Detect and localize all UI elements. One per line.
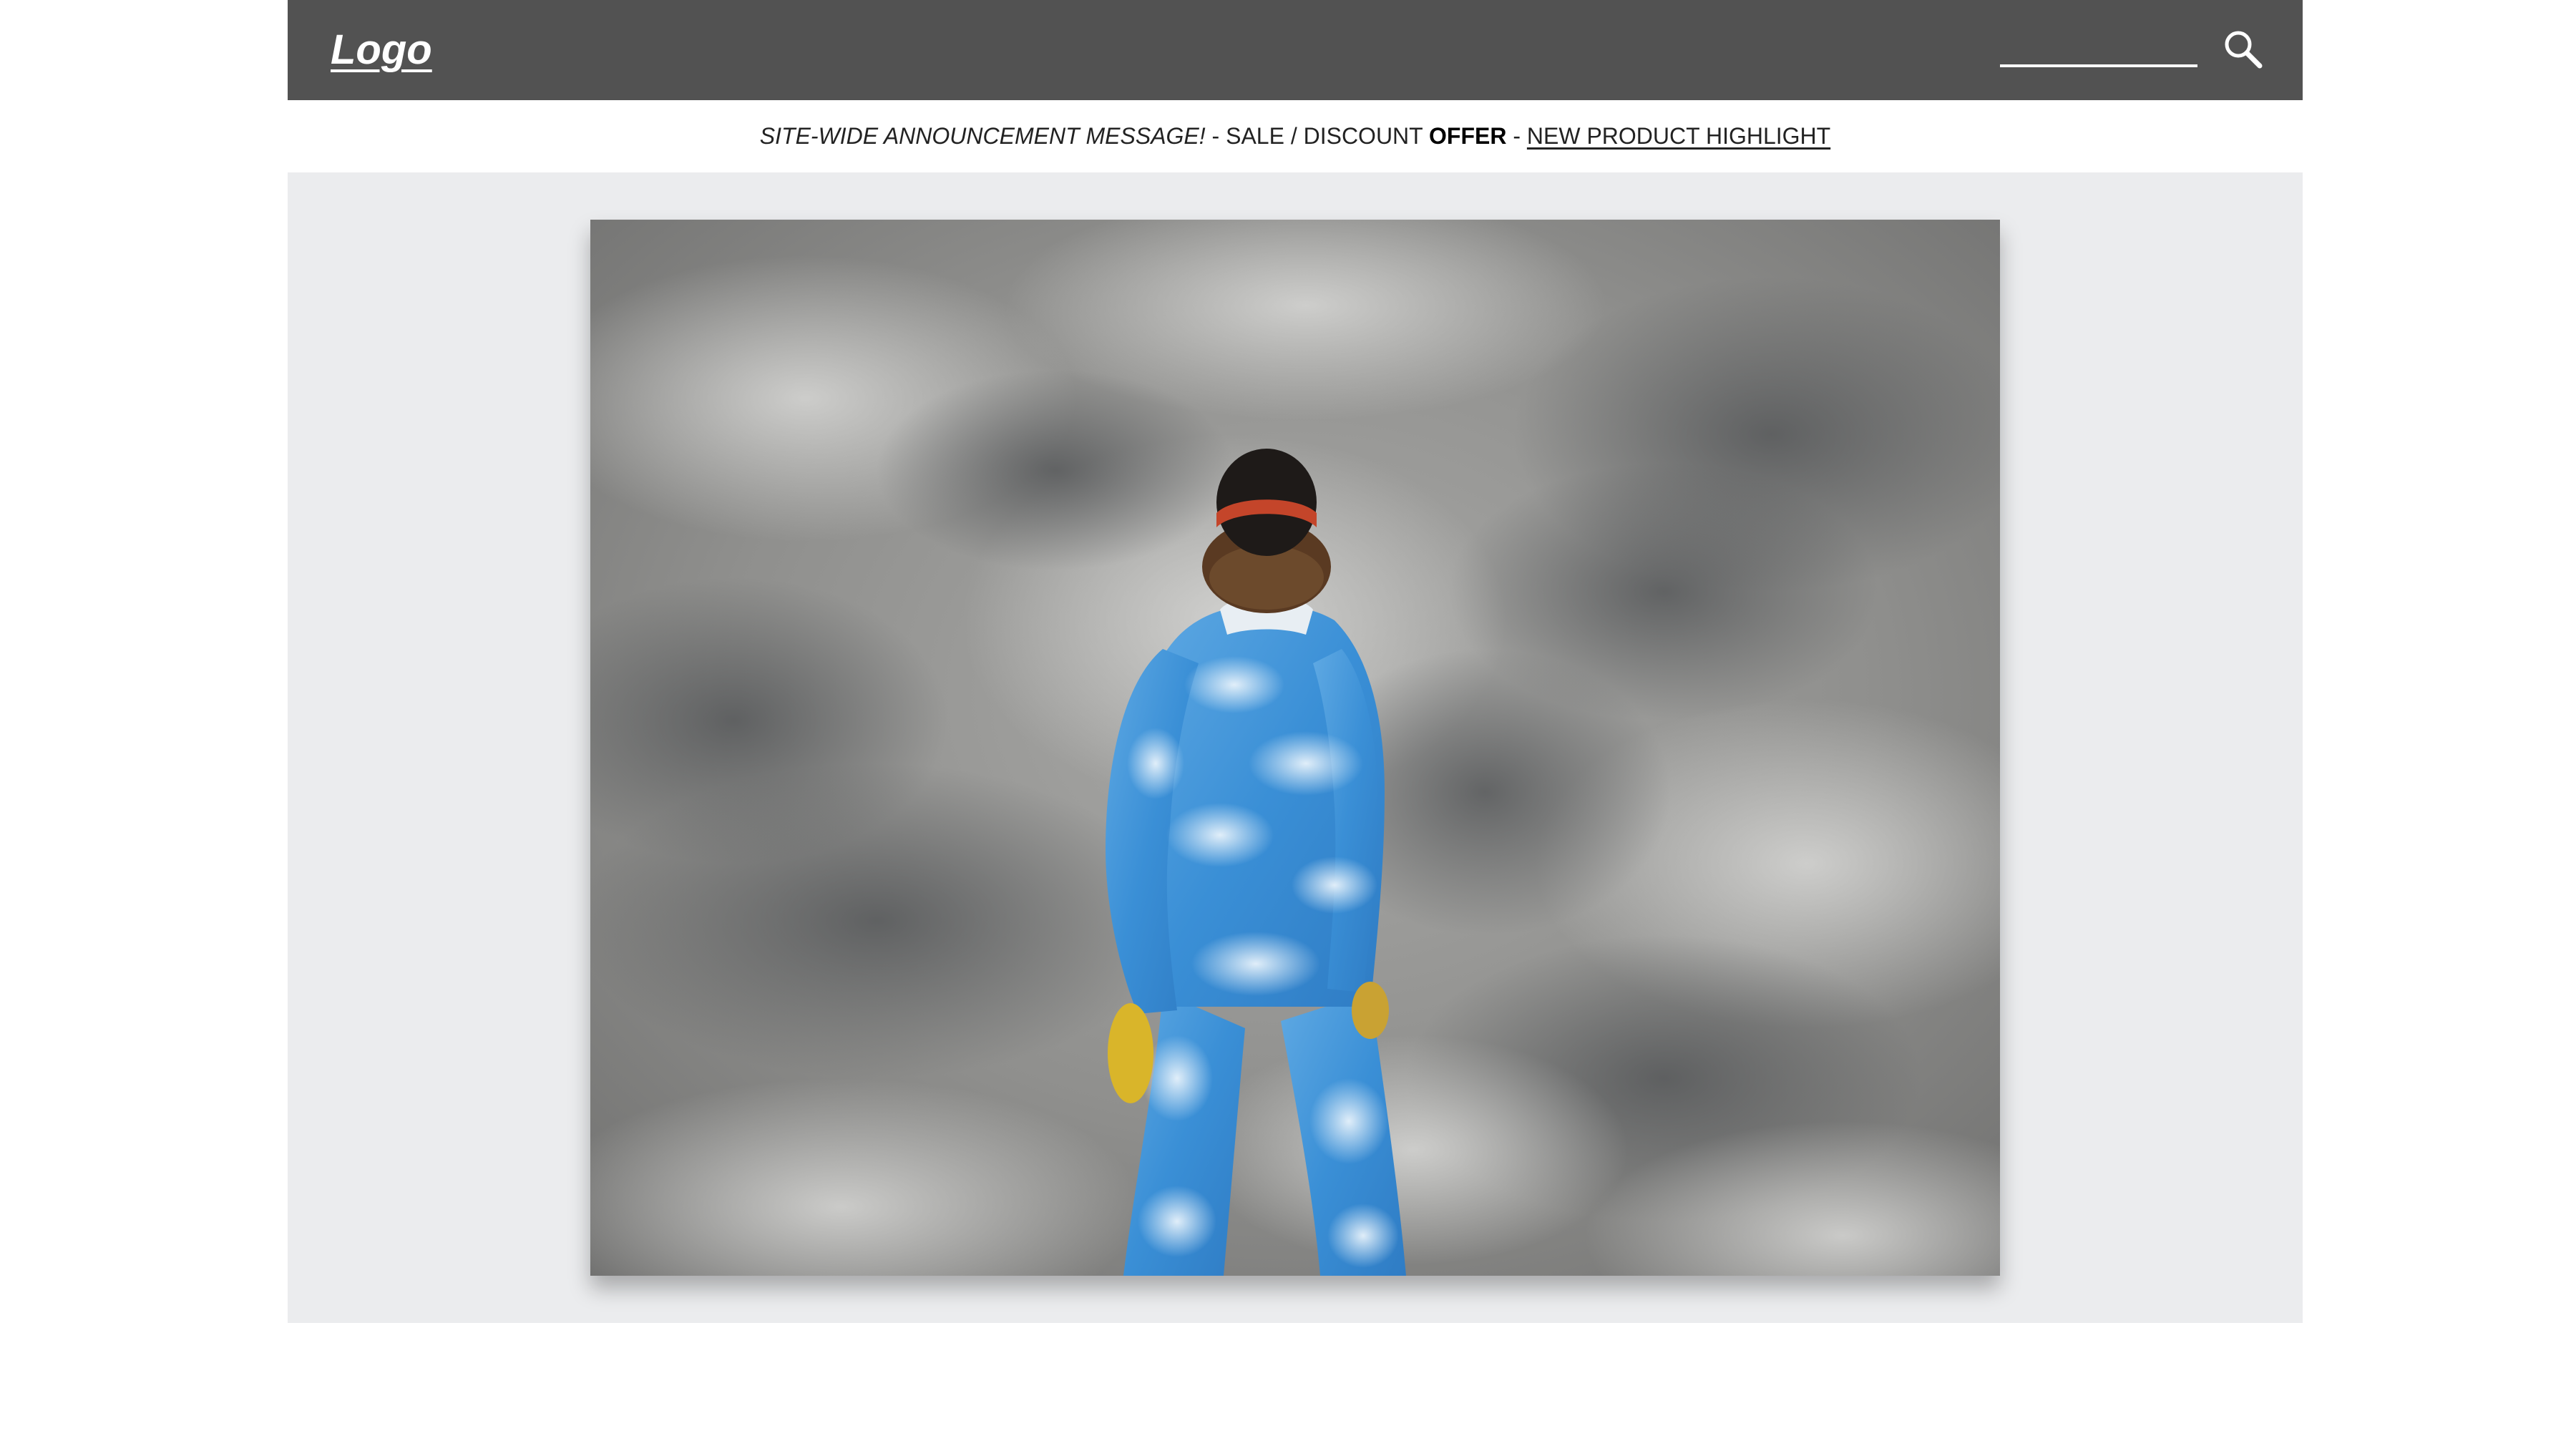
- site-header: Logo: [288, 0, 2303, 100]
- page: Logo SITE-WIDE ANNOUNCEMENT MESSAGE! - S…: [0, 0, 2576, 1431]
- sale-text: SALE / DISCOUNT: [1226, 122, 1430, 149]
- announcement-separator: -: [1506, 122, 1527, 149]
- search-button[interactable]: [2220, 26, 2270, 76]
- logo-link[interactable]: Logo: [331, 21, 432, 79]
- announcement-bar: SITE-WIDE ANNOUNCEMENT MESSAGE! - SALE /…: [288, 100, 2303, 172]
- hero-image: [590, 220, 2000, 1276]
- search-input[interactable]: [2000, 21, 2197, 67]
- hero-section: [288, 172, 2303, 1323]
- search-icon: [2225, 31, 2263, 69]
- hero-photo-snowboarder-in-clouds: [590, 220, 2000, 1276]
- new-product-highlight-link[interactable]: NEW PRODUCT HIGHLIGHT: [1527, 123, 1830, 150]
- offer-text: OFFER: [1429, 122, 1507, 149]
- announcement-message: SITE-WIDE ANNOUNCEMENT MESSAGE!: [759, 122, 1206, 149]
- announcement-separator: -: [1205, 122, 1226, 149]
